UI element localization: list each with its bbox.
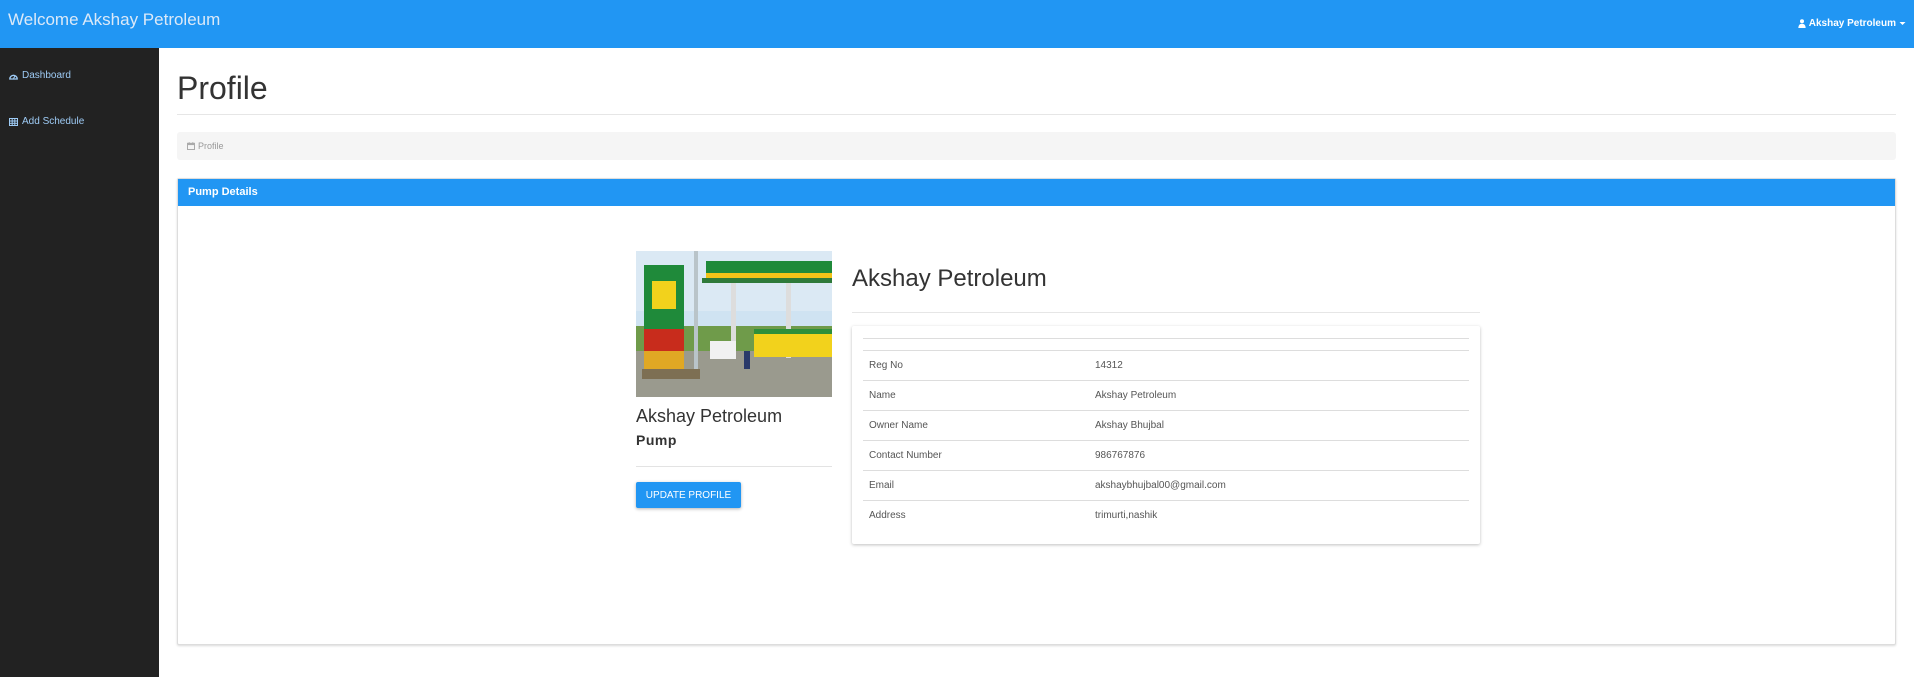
sidebar: Dashboard Add Schedule bbox=[0, 48, 159, 677]
breadcrumb-item[interactable]: Profile bbox=[198, 141, 224, 151]
page-title: Profile bbox=[177, 70, 268, 106]
pump-type: Pump bbox=[636, 432, 677, 448]
row-label: Contact Number bbox=[869, 450, 942, 461]
sidebar-item-add-schedule[interactable]: Add Schedule bbox=[9, 116, 84, 127]
pump-name: Akshay Petroleum bbox=[636, 406, 783, 426]
top-navbar: Welcome Akshay Petroleum Akshay Petroleu… bbox=[0, 0, 1914, 48]
pump-details-panel: Pump Details Akshay Petroleum Pump UPDAT… bbox=[177, 178, 1896, 645]
row-label: Name bbox=[869, 390, 896, 401]
table-row: Email akshaybhujbal00@gmail.com bbox=[863, 470, 1469, 501]
table-row bbox=[863, 338, 1469, 351]
caret-down-icon bbox=[1899, 21, 1906, 26]
table-row: Name Akshay Petroleum bbox=[863, 380, 1469, 411]
details-table: Reg No 14312 Name Akshay Petroleum Owner… bbox=[863, 338, 1469, 531]
sidebar-item-label: Add Schedule bbox=[22, 116, 85, 127]
divider bbox=[852, 312, 1480, 313]
user-menu[interactable]: Akshay Petroleum bbox=[1798, 18, 1906, 29]
breadcrumb: Profile bbox=[177, 132, 1896, 160]
user-icon bbox=[1798, 19, 1806, 28]
divider bbox=[636, 466, 832, 467]
row-value: 14312 bbox=[1095, 360, 1123, 371]
row-label: Owner Name bbox=[869, 420, 928, 431]
table-icon bbox=[9, 117, 18, 126]
row-label: Email bbox=[869, 480, 895, 491]
pump-photo bbox=[636, 251, 832, 397]
user-menu-label: Akshay Petroleum bbox=[1808, 18, 1896, 29]
row-value: Akshay Bhujbal bbox=[1095, 420, 1164, 431]
table-row: Owner Name Akshay Bhujbal bbox=[863, 410, 1469, 441]
row-value: akshaybhujbal00@gmail.com bbox=[1095, 480, 1226, 491]
brand-title[interactable]: Welcome Akshay Petroleum bbox=[8, 10, 220, 30]
dashboard-icon bbox=[9, 72, 18, 80]
divider bbox=[177, 114, 1896, 115]
main-content: Profile Profile Pump Details Akshay Petr… bbox=[159, 48, 1914, 677]
table-row: Address trimurti,nashik bbox=[863, 500, 1469, 531]
calendar-icon bbox=[187, 142, 195, 150]
table-row: Contact Number 986767876 bbox=[863, 440, 1469, 471]
detail-title: Akshay Petroleum bbox=[852, 265, 1047, 292]
table-row: Reg No 14312 bbox=[863, 350, 1469, 381]
row-value: trimurti,nashik bbox=[1095, 510, 1158, 522]
row-label: Address bbox=[869, 510, 906, 522]
panel-heading: Pump Details bbox=[178, 179, 1895, 206]
row-label: Reg No bbox=[869, 360, 903, 371]
sidebar-item-label: Dashboard bbox=[22, 70, 71, 81]
details-card: Reg No 14312 Name Akshay Petroleum Owner… bbox=[852, 326, 1480, 544]
row-value: Akshay Petroleum bbox=[1095, 390, 1177, 401]
sidebar-item-dashboard[interactable]: Dashboard bbox=[9, 70, 71, 81]
update-profile-button[interactable]: UPDATE PROFILE bbox=[636, 482, 741, 508]
row-value: 986767876 bbox=[1095, 450, 1146, 461]
